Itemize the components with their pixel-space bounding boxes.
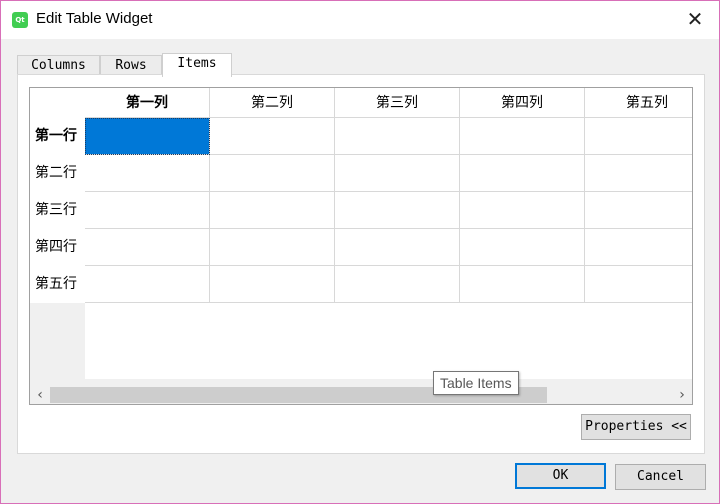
table-cell[interactable] <box>335 229 460 266</box>
table-cell[interactable] <box>585 229 692 266</box>
column-header[interactable]: 第五列 <box>585 88 692 118</box>
table-cell[interactable] <box>210 192 335 229</box>
close-icon[interactable]: ✕ <box>683 7 707 31</box>
row-header[interactable]: 第五行 <box>30 266 85 303</box>
row-header[interactable]: 第三行 <box>30 192 85 229</box>
table-cell[interactable] <box>210 155 335 192</box>
column-header[interactable]: 第二列 <box>210 88 335 118</box>
items-tab-panel: 第一列 第二列 第三列 第四列 第五列 第一行 第二行 第三行 第四行 第五行 … <box>17 74 705 454</box>
column-header-row: 第一列 第二列 第三列 第四列 第五列 <box>85 88 692 118</box>
scroll-right-icon[interactable]: › <box>672 386 692 404</box>
table-cell[interactable] <box>585 155 692 192</box>
table-cell[interactable] <box>210 266 335 303</box>
table-cell[interactable] <box>460 155 585 192</box>
row-header[interactable]: 第一行 <box>30 118 85 155</box>
table-cell[interactable] <box>335 266 460 303</box>
table-cell[interactable] <box>335 192 460 229</box>
table-cell[interactable] <box>210 229 335 266</box>
edit-table-widget-dialog: Qt Edit Table Widget ✕ Columns Rows Item… <box>0 0 720 504</box>
qt-app-icon: Qt <box>12 12 28 28</box>
table-cell[interactable] <box>460 118 585 155</box>
row-header[interactable]: 第二行 <box>30 155 85 192</box>
table-cell[interactable] <box>85 229 210 266</box>
tab-items[interactable]: Items <box>162 53 232 77</box>
tooltip: Table Items <box>433 371 519 395</box>
table-grid <box>85 118 692 379</box>
table-cell[interactable] <box>85 266 210 303</box>
cancel-button[interactable]: Cancel <box>615 464 706 490</box>
table-cell[interactable] <box>85 192 210 229</box>
table-cell[interactable] <box>460 229 585 266</box>
table-cell[interactable] <box>585 266 692 303</box>
table-cell[interactable] <box>85 118 210 155</box>
table-cell[interactable] <box>460 266 585 303</box>
table-cell[interactable] <box>335 155 460 192</box>
tab-columns[interactable]: Columns <box>17 55 100 76</box>
scroll-left-icon[interactable]: ‹ <box>30 386 50 404</box>
tab-rows[interactable]: Rows <box>100 55 162 76</box>
row-header-filler <box>30 303 85 379</box>
table-cell[interactable] <box>210 118 335 155</box>
table-cell[interactable] <box>460 192 585 229</box>
table-cell[interactable] <box>335 118 460 155</box>
title-bar: Qt Edit Table Widget ✕ <box>1 1 719 39</box>
row-header[interactable]: 第四行 <box>30 229 85 266</box>
table-corner <box>30 88 85 118</box>
column-header[interactable]: 第一列 <box>85 88 210 118</box>
properties-button[interactable]: Properties << <box>581 414 691 440</box>
table-cell[interactable] <box>585 192 692 229</box>
column-header[interactable]: 第四列 <box>460 88 585 118</box>
table-cell[interactable] <box>85 155 210 192</box>
horizontal-scrollbar[interactable]: ‹ › <box>30 386 692 404</box>
column-header[interactable]: 第三列 <box>335 88 460 118</box>
ok-button[interactable]: OK <box>515 463 606 489</box>
table-cell[interactable] <box>585 118 692 155</box>
window-title: Edit Table Widget <box>36 10 153 27</box>
items-table[interactable]: 第一列 第二列 第三列 第四列 第五列 第一行 第二行 第三行 第四行 第五行 … <box>29 87 693 405</box>
